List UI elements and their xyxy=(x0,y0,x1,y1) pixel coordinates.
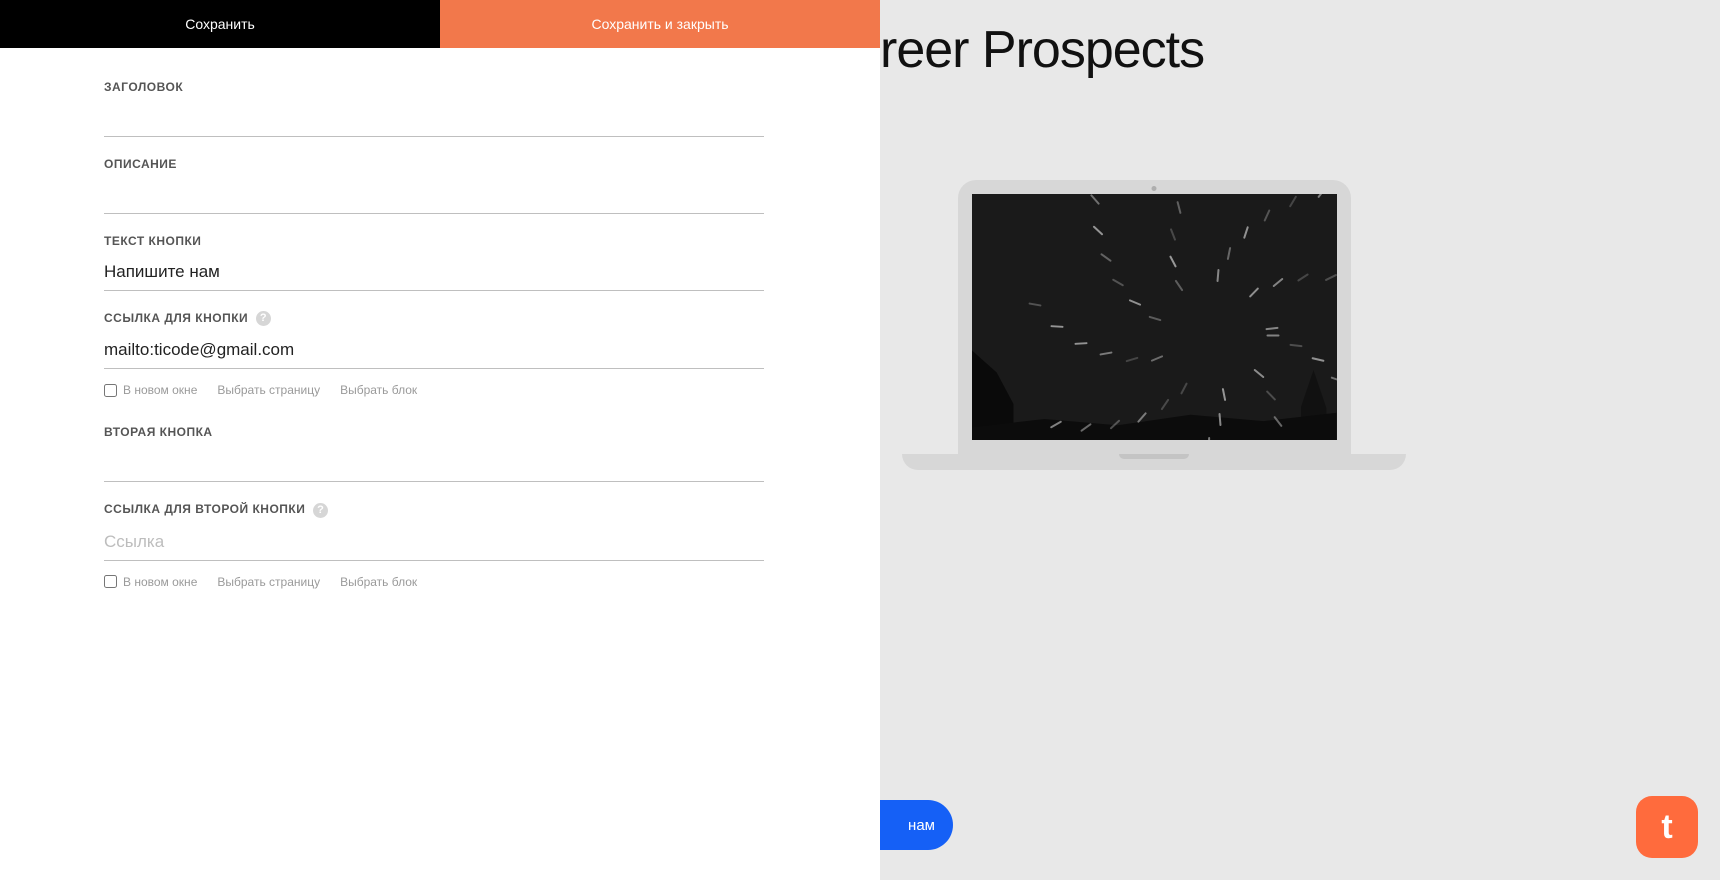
label-button-link: ССЫЛКА ДЛЯ КНОПКИ ? xyxy=(104,311,776,326)
page-title: reer Prospects xyxy=(880,20,1204,80)
save-button[interactable]: Сохранить xyxy=(0,0,440,48)
laptop-screen xyxy=(972,194,1337,440)
label-second-button: ВТОРАЯ КНОПКА xyxy=(104,425,776,439)
laptop-base xyxy=(902,454,1406,470)
camera-icon xyxy=(1152,186,1157,191)
input-description[interactable] xyxy=(104,177,764,214)
editor-panel: Сохранить Сохранить и закрыть ЗАГОЛОВОК … xyxy=(0,0,880,880)
link-options-1: В новом окне Выбрать страницу Выбрать бл… xyxy=(104,383,776,397)
link-options-2: В новом окне Выбрать страницу Выбрать бл… xyxy=(104,575,776,589)
input-second-button-link[interactable] xyxy=(104,524,764,561)
save-and-close-button[interactable]: Сохранить и закрыть xyxy=(440,0,880,48)
select-page-link-1[interactable]: Выбрать страницу xyxy=(217,383,320,397)
cta-button[interactable]: нам xyxy=(880,800,953,850)
horizon-silhouette-icon xyxy=(972,398,1337,440)
tilda-badge-icon[interactable]: t xyxy=(1636,796,1698,858)
new-window-checkbox-2[interactable]: В новом окне xyxy=(104,575,197,589)
field-second-button: ВТОРАЯ КНОПКА xyxy=(104,425,776,482)
label-description: ОПИСАНИЕ xyxy=(104,157,776,171)
laptop-notch xyxy=(1119,454,1189,459)
label-second-button-link-text: ССЫЛКА ДЛЯ ВТОРОЙ КНОПКИ xyxy=(104,502,305,516)
help-icon[interactable]: ? xyxy=(313,503,328,518)
new-window-check-input-1[interactable] xyxy=(104,384,117,397)
select-page-link-2[interactable]: Выбрать страницу xyxy=(217,575,320,589)
label-button-link-text: ССЫЛКА ДЛЯ КНОПКИ xyxy=(104,311,248,325)
preview-panel: reer Prospects нам xyxy=(880,0,1720,880)
new-window-label-2: В новом окне xyxy=(123,575,197,589)
label-button-text: ТЕКСТ КНОПКИ xyxy=(104,234,776,248)
input-button-text[interactable] xyxy=(104,254,764,291)
input-second-button[interactable] xyxy=(104,445,764,482)
select-block-link-2[interactable]: Выбрать блок xyxy=(340,575,417,589)
new-window-label-1: В новом окне xyxy=(123,383,197,397)
field-button-text: ТЕКСТ КНОПКИ xyxy=(104,234,776,291)
laptop-mockup xyxy=(902,180,1406,470)
label-title: ЗАГОЛОВОК xyxy=(104,80,776,94)
toolbar: Сохранить Сохранить и закрыть xyxy=(0,0,880,48)
field-button-link: ССЫЛКА ДЛЯ КНОПКИ ? В новом окне Выбрать… xyxy=(104,311,776,397)
field-description: ОПИСАНИЕ xyxy=(104,157,776,214)
new-window-checkbox-1[interactable]: В новом окне xyxy=(104,383,197,397)
help-icon[interactable]: ? xyxy=(256,311,271,326)
field-second-button-link: ССЫЛКА ДЛЯ ВТОРОЙ КНОПКИ ? В новом окне … xyxy=(104,502,776,588)
field-title: ЗАГОЛОВОК xyxy=(104,80,776,137)
form-body: ЗАГОЛОВОК ОПИСАНИЕ ТЕКСТ КНОПКИ ССЫЛКА Д… xyxy=(0,48,880,641)
input-button-link[interactable] xyxy=(104,332,764,369)
label-second-button-link: ССЫЛКА ДЛЯ ВТОРОЙ КНОПКИ ? xyxy=(104,502,776,517)
new-window-check-input-2[interactable] xyxy=(104,575,117,588)
select-block-link-1[interactable]: Выбрать блок xyxy=(340,383,417,397)
input-title[interactable] xyxy=(104,100,764,137)
laptop-body xyxy=(958,180,1351,454)
